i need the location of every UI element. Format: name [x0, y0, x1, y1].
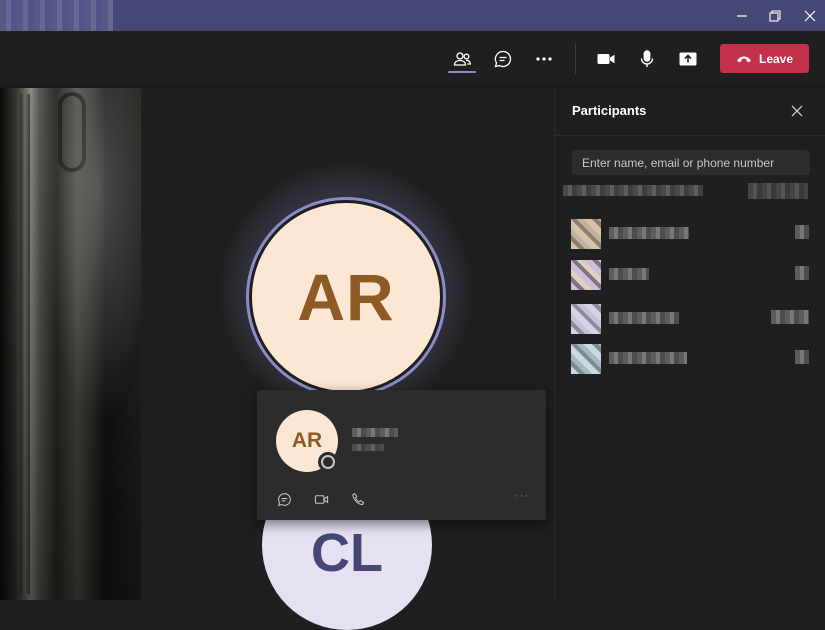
presence-status-icon — [318, 452, 338, 472]
chat-icon[interactable] — [489, 45, 517, 73]
avatar — [571, 260, 601, 290]
participant-role-redacted — [771, 310, 809, 324]
toolbar-divider — [575, 44, 576, 74]
active-speaker-avatar[interactable]: AR — [249, 200, 443, 394]
phone-call-icon[interactable] — [349, 490, 367, 508]
participants-panel: Participants — [554, 88, 825, 600]
profile-card: AR ··· — [257, 390, 546, 520]
microphone-icon[interactable] — [633, 45, 661, 73]
avatar — [571, 219, 601, 249]
more-options-icon[interactable] — [530, 45, 558, 73]
avatar-initials: AR — [291, 429, 323, 452]
video-call-icon[interactable] — [312, 490, 330, 508]
mute-all-redacted — [748, 183, 808, 199]
profile-name-redacted — [352, 428, 398, 437]
profile-status-redacted — [352, 444, 384, 451]
participant-row[interactable] — [555, 256, 825, 290]
participant-row[interactable] — [555, 215, 825, 249]
participant-name-redacted — [609, 352, 687, 364]
more-options-icon[interactable]: ··· — [515, 490, 529, 502]
title-bar — [0, 0, 825, 31]
mic-status-redacted — [795, 266, 809, 280]
participants-icon[interactable] — [448, 45, 476, 73]
participant-video-tile[interactable] — [0, 88, 141, 600]
section-title-redacted — [563, 185, 703, 196]
avatar-initials: AR — [297, 260, 395, 334]
camera-icon[interactable] — [592, 45, 620, 73]
mic-status-redacted — [795, 350, 809, 364]
leave-label: Leave — [758, 51, 794, 66]
meeting-toolbar: Leave — [0, 31, 825, 87]
participant-name-redacted — [609, 312, 679, 324]
close-window-icon[interactable] — [795, 0, 825, 31]
hang-up-icon — [736, 56, 751, 62]
avatar-initials: CL — [311, 523, 383, 583]
chat-icon[interactable] — [275, 490, 293, 508]
meeting-stage: CL AR AR ··· — [0, 88, 554, 630]
participants-section-header[interactable] — [555, 181, 825, 203]
leave-button[interactable]: Leave — [720, 44, 809, 73]
panel-title: Participants — [572, 103, 647, 118]
profile-card-actions: ··· — [275, 490, 535, 508]
active-tab-indicator — [448, 71, 476, 73]
minimize-icon[interactable] — [727, 0, 757, 31]
avatar — [571, 304, 601, 334]
participant-row[interactable] — [555, 340, 825, 374]
participant-name-redacted — [609, 227, 689, 239]
participant-search-input[interactable] — [572, 150, 810, 175]
participant-row[interactable] — [555, 300, 825, 334]
restore-icon[interactable] — [760, 0, 790, 31]
share-screen-icon[interactable] — [674, 45, 702, 73]
avatar — [571, 344, 601, 374]
mic-status-redacted — [795, 225, 809, 239]
participant-name-redacted — [609, 268, 649, 280]
window-title-redacted — [0, 0, 113, 31]
panel-header: Participants — [555, 88, 825, 136]
close-panel-icon[interactable] — [787, 101, 807, 121]
